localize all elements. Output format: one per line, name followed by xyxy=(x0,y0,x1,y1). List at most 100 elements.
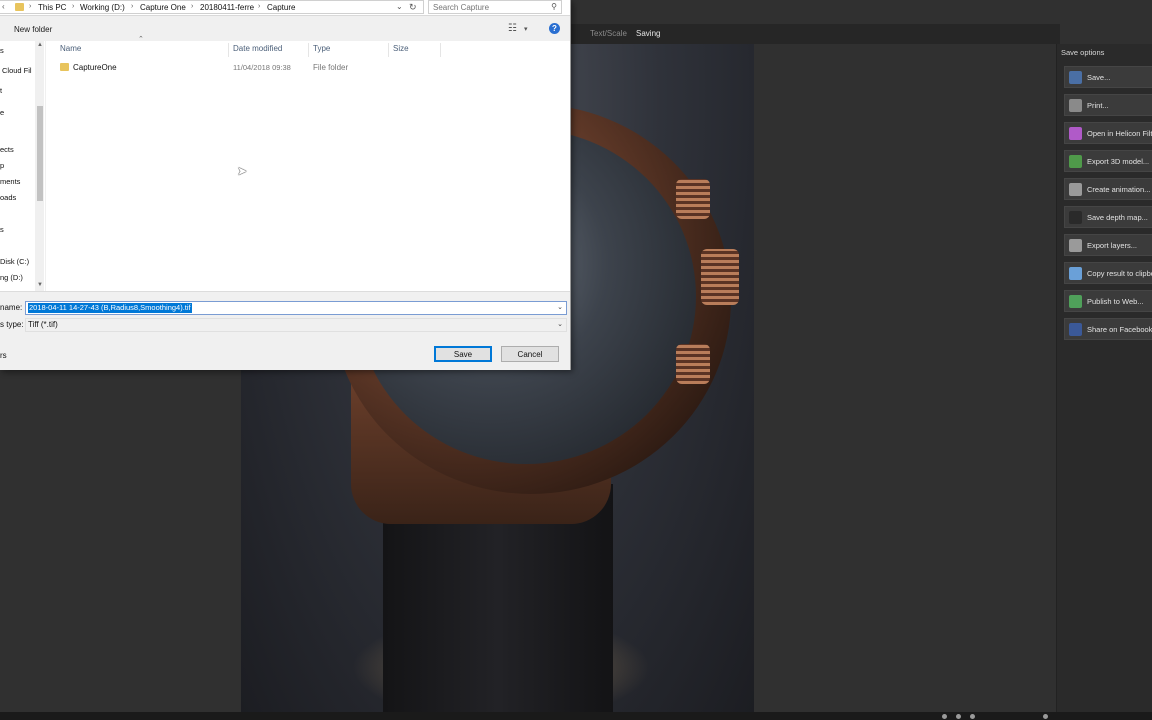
nav-item-downloads[interactable]: oads xyxy=(0,193,16,202)
nav-item-documents[interactable]: ments xyxy=(0,177,20,186)
breadcrumb-this-pc[interactable]: This PC xyxy=(38,3,66,12)
save-type-label: s type: xyxy=(0,320,24,329)
file-list: ⌃ Name Date modified Type Size CaptureOn… xyxy=(46,36,570,291)
file-name: CaptureOne xyxy=(73,63,117,72)
file-name-input[interactable]: 2018-04-11 14-27-43 (B,Radius8,Smoothing… xyxy=(28,303,192,313)
chevron-down-icon[interactable]: ⌄ xyxy=(557,320,563,328)
save-option-label: Open in Helicon Filter xyxy=(1087,129,1152,138)
chevron-right-icon[interactable]: › xyxy=(131,3,133,10)
chevron-right-icon[interactable]: › xyxy=(29,3,31,10)
clipboard-icon xyxy=(1069,267,1082,280)
command-bar: New folder ☷ ▾ ? xyxy=(0,17,570,41)
sort-ascending-icon: ⌃ xyxy=(138,36,144,43)
nav-item[interactable]: e xyxy=(0,108,4,117)
column-header-date-modified[interactable]: Date modified xyxy=(233,44,282,53)
save-option-label: Save depth map... xyxy=(1087,213,1148,222)
breadcrumb-capture[interactable]: Capture xyxy=(267,3,295,12)
search-field[interactable]: ⚲ xyxy=(428,0,562,14)
nav-item[interactable]: s xyxy=(0,225,4,234)
breadcrumb-working-d[interactable]: Working (D:) xyxy=(80,3,125,12)
file-name-field[interactable]: 2018-04-11 14-27-43 (B,Radius8,Smoothing… xyxy=(25,301,567,315)
hide-folders-toggle[interactable]: rs xyxy=(0,351,7,360)
status-dot-icon xyxy=(970,714,975,719)
column-divider[interactable] xyxy=(228,43,229,57)
chevron-down-icon[interactable]: ▾ xyxy=(524,25,528,33)
save-option-export-3d-button[interactable]: Export 3D model... xyxy=(1064,150,1152,172)
breadcrumb-20180411-ferre[interactable]: 20180411-ferre xyxy=(200,3,254,12)
column-header-name[interactable]: Name xyxy=(60,44,81,53)
scroll-up-icon[interactable]: ▲ xyxy=(37,42,43,48)
helicon-filter-icon xyxy=(1069,127,1082,140)
status-dot-icon xyxy=(942,714,947,719)
photo-watch-pusher-bottom xyxy=(676,344,710,384)
file-type: File folder xyxy=(313,63,349,72)
chevron-down-icon[interactable]: ⌄ xyxy=(557,303,563,311)
new-folder-button[interactable]: New folder xyxy=(14,25,52,34)
column-header-size[interactable]: Size xyxy=(393,44,409,53)
facebook-icon xyxy=(1069,323,1082,336)
save-option-publish-web-button[interactable]: Publish to Web... xyxy=(1064,290,1152,312)
view-options-icon[interactable]: ☷ xyxy=(508,23,517,34)
chevron-left-icon[interactable]: ‹ xyxy=(2,2,5,11)
save-option-label: Print... xyxy=(1087,101,1109,110)
nav-item-cloud-files[interactable]: Cloud Fil xyxy=(2,66,32,75)
save-option-label: Export layers... xyxy=(1087,241,1138,250)
save-option-save-button[interactable]: Save... xyxy=(1064,66,1152,88)
status-dot-icon xyxy=(1043,714,1048,719)
column-divider[interactable] xyxy=(308,43,309,57)
search-input[interactable] xyxy=(433,2,543,12)
tab-saving[interactable]: Saving xyxy=(636,29,660,38)
file-row-captureone[interactable]: CaptureOne 11/04/2018 09:38 File folder xyxy=(54,61,554,75)
top-tab-bar: Text/Scale Saving xyxy=(570,24,1060,44)
save-option-label: Export 3D model... xyxy=(1087,157,1150,166)
chevron-right-icon[interactable]: › xyxy=(191,3,193,10)
save-button[interactable]: Save xyxy=(434,346,492,362)
breadcrumb[interactable]: ‹ › This PC › Working (D:) › Capture One… xyxy=(0,0,424,14)
tab-text-scale[interactable]: Text/Scale xyxy=(590,29,627,38)
save-option-label: Publish to Web... xyxy=(1087,297,1144,306)
cancel-button[interactable]: Cancel xyxy=(501,346,559,362)
navigation-pane: s Cloud Fil t e ects p ments oads s Disk… xyxy=(0,41,45,291)
chevron-right-icon[interactable]: › xyxy=(72,3,74,10)
column-divider[interactable] xyxy=(440,43,441,57)
nav-item-local-disk-c[interactable]: Disk (C:) xyxy=(0,257,29,266)
nav-item[interactable]: t xyxy=(0,86,2,95)
save-options-title: Save options xyxy=(1061,48,1105,57)
photo-watch-crown xyxy=(701,249,739,305)
nav-scrollbar-thumb[interactable] xyxy=(37,106,43,201)
photo-watch-pusher-top xyxy=(676,179,710,219)
chevron-down-icon[interactable]: ⌄ xyxy=(396,2,403,11)
search-icon[interactable]: ⚲ xyxy=(551,2,557,11)
chevron-right-icon[interactable]: › xyxy=(258,3,260,10)
animation-icon xyxy=(1069,183,1082,196)
folder-icon xyxy=(60,63,69,71)
help-icon[interactable]: ? xyxy=(549,23,560,34)
save-option-create-animation-button[interactable]: Create animation... xyxy=(1064,178,1152,200)
file-date-modified: 11/04/2018 09:38 xyxy=(233,63,291,72)
scroll-down-icon[interactable]: ▼ xyxy=(37,282,43,288)
folder-icon xyxy=(15,3,24,11)
save-option-print-button[interactable]: Print... xyxy=(1064,94,1152,116)
breadcrumb-capture-one[interactable]: Capture One xyxy=(140,3,186,12)
save-option-facebook-button[interactable]: Share on Facebook... xyxy=(1064,318,1152,340)
nav-item-desktop[interactable]: p xyxy=(0,161,4,170)
save-option-open-helicon-filter-button[interactable]: Open in Helicon Filter xyxy=(1064,122,1152,144)
column-divider[interactable] xyxy=(388,43,389,57)
save-as-dialog: ‹ › This PC › Working (D:) › Capture One… xyxy=(0,0,571,370)
nav-item-3d-objects[interactable]: ects xyxy=(0,145,14,154)
layers-icon xyxy=(1069,239,1082,252)
nav-item[interactable]: s xyxy=(0,46,4,55)
status-dot-icon xyxy=(956,714,961,719)
printer-icon xyxy=(1069,99,1082,112)
save-option-export-layers-button[interactable]: Export layers... xyxy=(1064,234,1152,256)
save-option-label: Copy result to clipboard xyxy=(1087,269,1152,278)
save-form: name: 2018-04-11 14-27-43 (B,Radius8,Smo… xyxy=(0,291,570,370)
save-option-label: Share on Facebook... xyxy=(1087,325,1152,334)
column-header-type[interactable]: Type xyxy=(313,44,330,53)
address-bar: ‹ › This PC › Working (D:) › Capture One… xyxy=(0,0,570,16)
save-as-type-select[interactable]: Tiff (*.tif) ⌄ xyxy=(25,318,567,332)
save-option-depth-map-button[interactable]: Save depth map... xyxy=(1064,206,1152,228)
nav-item-working-d[interactable]: ng (D:) xyxy=(0,273,23,282)
save-option-clipboard-button[interactable]: Copy result to clipboard xyxy=(1064,262,1152,284)
refresh-icon[interactable]: ↻ xyxy=(409,2,417,13)
